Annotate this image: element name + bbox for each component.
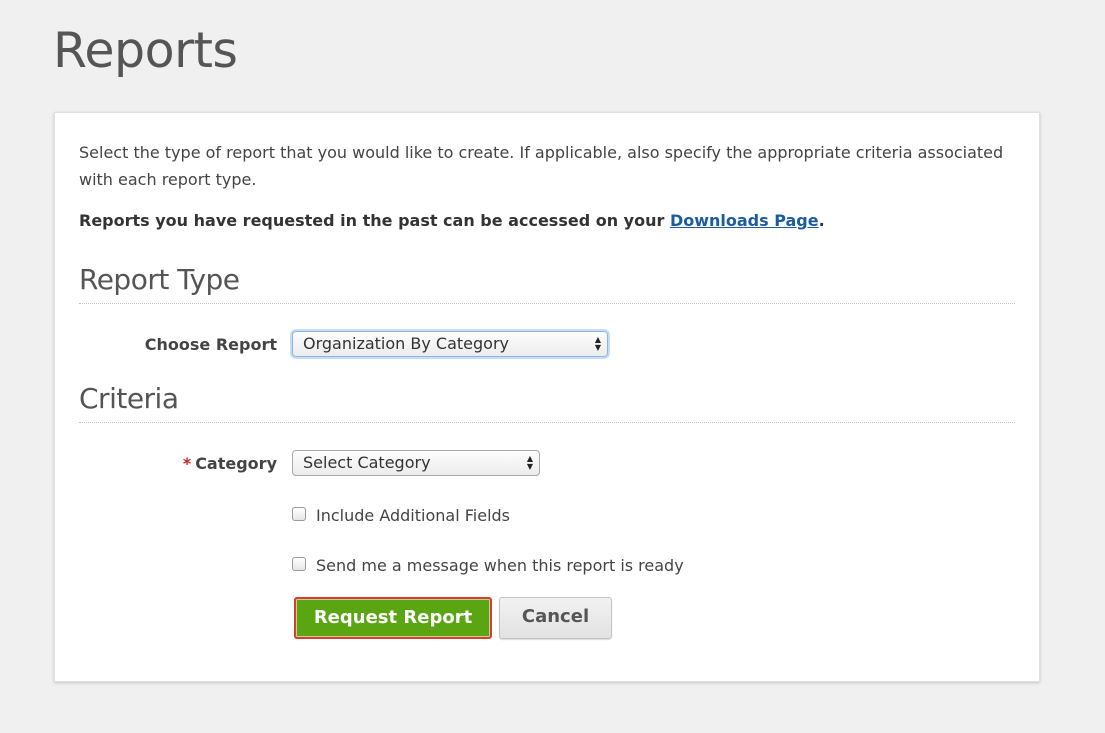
choose-report-value: Organization By Category bbox=[303, 334, 509, 353]
past-reports-text: Reports you have requested in the past c… bbox=[79, 211, 670, 230]
request-report-button[interactable]: Request Report bbox=[294, 597, 492, 639]
report-type-heading: Report Type bbox=[79, 261, 1015, 304]
past-reports-note: Reports you have requested in the past c… bbox=[79, 209, 825, 233]
choose-report-label: Choose Report bbox=[144, 335, 277, 354]
category-select[interactable]: Select Category ▲ ▼ bbox=[292, 450, 540, 476]
page-title: Reports bbox=[53, 22, 238, 79]
downloads-page-link[interactable]: Downloads Page bbox=[670, 211, 819, 230]
cancel-button[interactable]: Cancel bbox=[499, 597, 612, 639]
category-label: * Category bbox=[183, 454, 277, 473]
include-additional-fields-checkbox[interactable] bbox=[292, 507, 306, 521]
criteria-heading: Criteria bbox=[79, 380, 1015, 423]
intro-description: Select the type of report that you would… bbox=[79, 143, 1004, 189]
report-form-card: Select the type of report that you would… bbox=[54, 112, 1040, 682]
notify-when-ready-label: Send me a message when this report is re… bbox=[316, 556, 684, 575]
category-label-text: Category bbox=[195, 454, 277, 473]
required-marker: * bbox=[182, 454, 192, 473]
include-additional-fields-option[interactable]: Include Additional Fields bbox=[292, 505, 510, 527]
up-down-caret-icon: ▲ ▼ bbox=[526, 454, 534, 471]
choose-report-select[interactable]: Organization By Category ▲ ▼ bbox=[292, 331, 608, 357]
past-reports-suffix: . bbox=[818, 211, 825, 230]
notify-when-ready-option[interactable]: Send me a message when this report is re… bbox=[292, 555, 684, 577]
include-additional-fields-label: Include Additional Fields bbox=[316, 506, 510, 525]
notify-when-ready-checkbox[interactable] bbox=[292, 557, 306, 571]
category-value: Select Category bbox=[303, 453, 431, 472]
up-down-caret-icon: ▲ ▼ bbox=[594, 335, 602, 352]
